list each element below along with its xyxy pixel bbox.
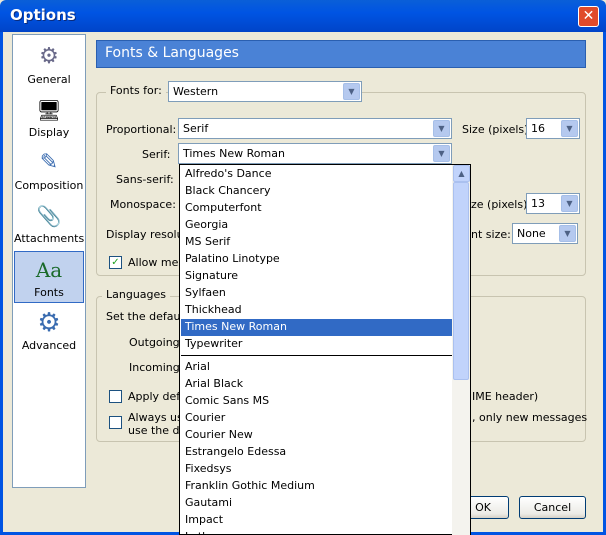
sidebar-item-general[interactable]: ⚙ General [14,39,84,91]
close-icon: ✕ [582,8,595,24]
sidebar-item-label: Composition [14,179,84,192]
fonts-for-select[interactable]: Western ▼ [168,81,362,102]
always-use-checkbox[interactable] [109,416,122,429]
monospace-size-value: 13 [531,197,545,210]
font-option[interactable]: Latha [181,529,453,534]
paperclip-icon: 📎 [36,204,62,228]
font-option[interactable]: Alfredo's Dance [181,166,453,183]
sidebar-item-advanced[interactable]: ⚙ Advanced [14,305,84,357]
fonts-icon: Aa [35,258,63,282]
font-option[interactable]: Gautami [181,495,453,512]
dropdown-scrollbar[interactable]: ▲ [452,165,470,535]
font-option[interactable]: Palatino Linotype [181,251,453,268]
window-frame-left [0,32,3,535]
font-option[interactable]: Computerfont [181,200,453,217]
sidebar-item-label: Advanced [21,339,77,352]
font-option[interactable]: Typewriter [181,336,453,353]
chevron-down-icon: ▼ [559,225,576,242]
panel-header: Fonts & Languages [96,40,586,68]
font-option[interactable]: Georgia [181,217,453,234]
always-use-label-line2: use the de [128,424,187,437]
font-option[interactable]: Franklin Gothic Medium [181,478,453,495]
title-bar [0,0,606,32]
chevron-down-icon: ▼ [561,195,578,212]
languages-group-label: Languages [102,288,171,301]
font-option[interactable]: Signature [181,268,453,285]
chevron-up-icon: ▲ [458,169,465,178]
min-font-size-label: nt size: [471,228,511,241]
font-option[interactable]: Black Chancery [181,183,453,200]
min-font-size-value: None [517,227,546,240]
monospace-size-label: ze (pixels) [471,198,528,211]
cancel-button[interactable]: Cancel [519,496,586,519]
proportional-select[interactable]: Serif ▼ [178,118,452,139]
proportional-value: Serif [183,122,209,135]
serif-font-dropdown-list[interactable]: Alfredo's Dance Black Chancery Computerfon… [179,164,471,535]
font-option[interactable]: Times New Roman [181,319,453,336]
display-resolution-label: Display resolu [106,228,184,241]
min-font-size-select[interactable]: None ▼ [512,223,578,244]
font-option[interactable]: Fixedsys [181,461,453,478]
font-option[interactable]: Courier New [181,427,453,444]
font-option[interactable]: Impact [181,512,453,529]
scroll-up-button[interactable]: ▲ [453,165,470,182]
monospace-label: Monospace: [110,198,176,211]
incoming-label: Incoming [129,361,180,374]
close-button[interactable]: ✕ [578,6,599,27]
serif-label: Serif: [142,148,171,161]
sidebar-item-display[interactable]: 🖥 Display [14,92,84,144]
chevron-down-icon: ▼ [433,120,450,137]
sidebar-item-label: Attachments [14,232,85,245]
apply-default-checkbox[interactable] [109,390,122,403]
allow-messages-checkbox[interactable]: ✓ [109,256,122,269]
category-sidebar: ⚙ General 🖥 Display ✎ Composition 📎 Atta… [12,34,86,488]
font-option[interactable]: Comic Sans MS [181,393,453,410]
font-option[interactable]: Estrangelo Edessa [181,444,453,461]
sidebar-item-label: General [27,73,71,86]
chevron-down-icon: ▼ [561,120,578,137]
sidebar-item-label: Display [28,126,70,139]
only-new-messages-label: , only new messages [472,411,588,424]
always-use-label-line1: Always us [128,411,183,424]
chevron-down-icon: ▼ [343,83,360,100]
font-option[interactable]: Courier [181,410,453,427]
sans-serif-label: Sans-serif: [116,173,174,186]
serif-value: Times New Roman [183,147,285,160]
sidebar-item-label: Fonts [34,286,64,299]
font-option[interactable]: Arial [181,359,453,376]
monospace-size-select[interactable]: 13 ▼ [526,193,580,214]
font-option[interactable]: Thickhead [181,302,453,319]
display-icon: 🖥 [36,98,62,122]
chevron-down-icon: ▼ [433,145,450,162]
sidebar-item-composition[interactable]: ✎ Composition [14,145,84,197]
proportional-size-value: 16 [531,122,545,135]
outgoing-label: Outgoing [129,336,180,349]
general-icon: ⚙ [39,44,59,69]
sidebar-item-fonts[interactable]: Aa Fonts [14,251,84,303]
set-default-label: Set the defaul [106,310,184,323]
serif-select[interactable]: Times New Roman ▼ [178,143,452,164]
fonts-for-value: Western [173,85,219,98]
ime-header-label: IME header) [472,390,539,403]
font-group-separator [181,355,453,356]
proportional-size-select[interactable]: 16 ▼ [526,118,580,139]
fonts-for-label: Fonts for: [106,84,166,97]
sidebar-item-attachments[interactable]: 📎 Attachments [14,198,84,250]
proportional-label: Proportional: [106,123,177,136]
scroll-thumb[interactable] [453,182,469,380]
composition-icon: ✎ [39,150,59,175]
font-option[interactable]: MS Serif [181,234,453,251]
window-title: Options [10,6,76,24]
advanced-icon: ⚙ [37,308,61,338]
size-pixels-label: Size (pixels) [462,123,529,136]
font-option[interactable]: Arial Black [181,376,453,393]
font-option[interactable]: Sylfaen [181,285,453,302]
